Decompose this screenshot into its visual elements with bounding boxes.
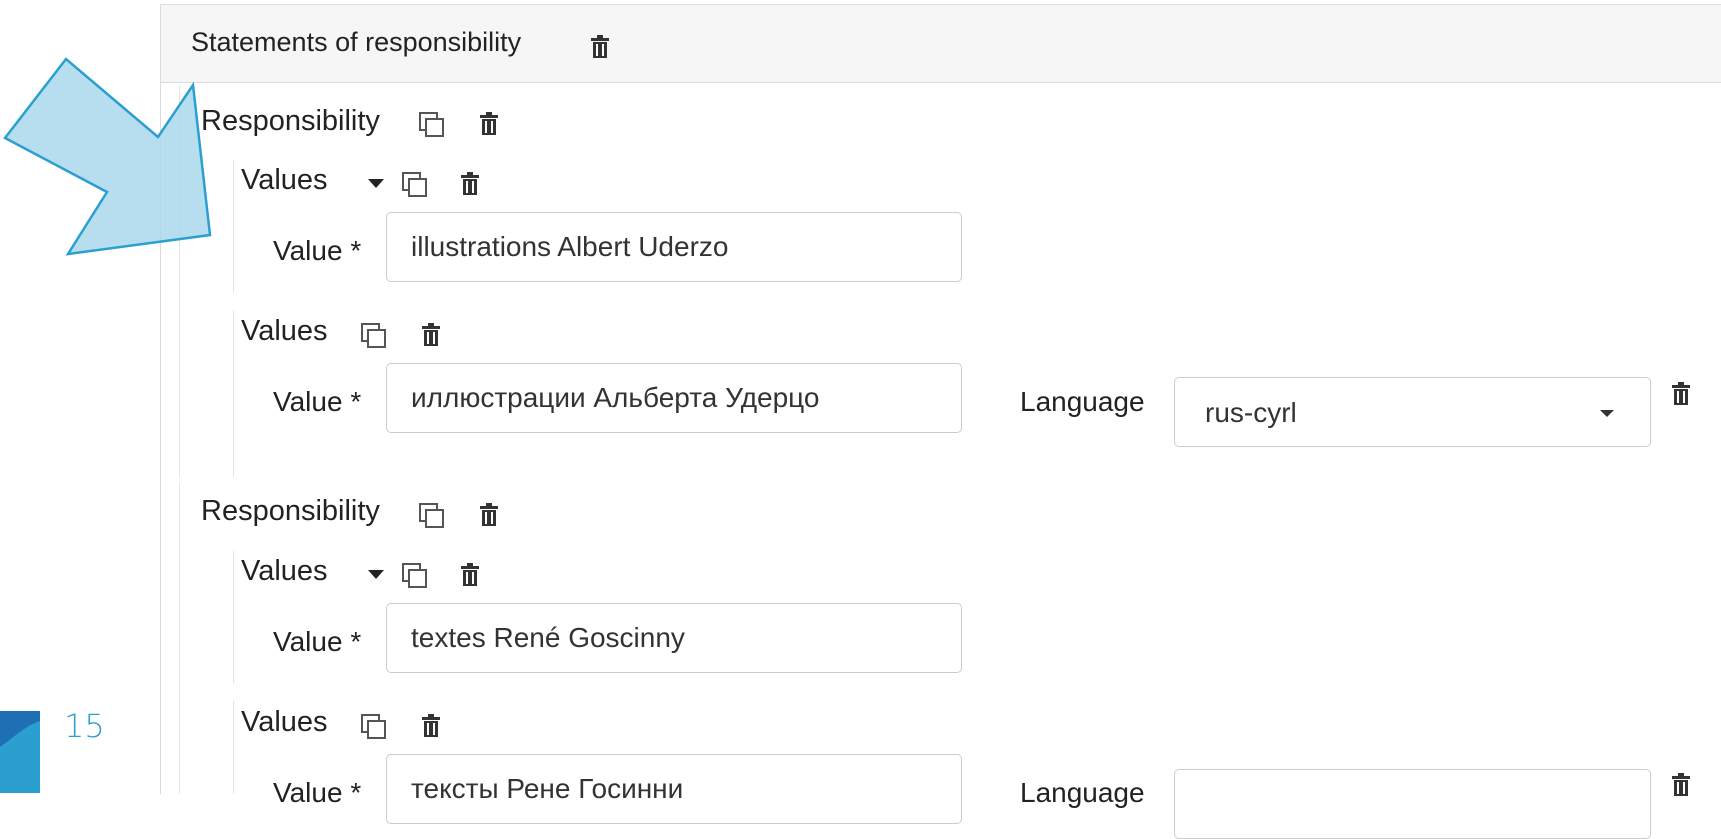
values-label: Values <box>241 555 328 587</box>
trash-icon[interactable] <box>421 323 441 347</box>
values-guide-line <box>233 310 234 477</box>
values-guide-line <box>233 160 234 292</box>
panel-title: Statements of responsibility <box>191 27 522 57</box>
values-label: Values <box>241 164 328 196</box>
trash-icon[interactable] <box>479 503 499 527</box>
trash-icon[interactable] <box>460 563 480 587</box>
language-label: Language <box>1020 386 1145 417</box>
value-field-label: Value * <box>273 386 362 417</box>
copy-icon[interactable] <box>402 172 428 198</box>
trash-icon[interactable] <box>1671 382 1691 406</box>
values-label: Values <box>241 706 328 738</box>
panel-header: Statements of responsibility <box>161 5 1721 83</box>
value-input[interactable]: illustrations Albert Uderzo <box>386 212 962 282</box>
values-label: Values <box>241 315 328 347</box>
chevron-down-icon[interactable] <box>368 179 384 189</box>
language-select[interactable] <box>1174 769 1651 839</box>
trash-icon[interactable] <box>1671 773 1691 797</box>
value-field-label: Value * <box>273 626 362 657</box>
statements-panel: Statements of responsibility Responsibil… <box>160 4 1721 839</box>
responsibility-label: Responsibility <box>201 105 380 137</box>
value-field-label: Value * <box>273 777 362 808</box>
annotation-arrow <box>3 57 212 256</box>
responsibility-guide-line <box>179 483 180 794</box>
trash-icon[interactable] <box>460 172 480 196</box>
language-label: Language <box>1020 777 1145 808</box>
chevron-down-icon <box>1600 410 1614 417</box>
trash-icon[interactable] <box>421 714 441 738</box>
values-guide-line <box>233 701 234 794</box>
copy-icon[interactable] <box>402 563 428 589</box>
value-input[interactable]: textes René Goscinny <box>386 603 962 673</box>
language-select[interactable]: rus-cyrl <box>1174 377 1651 447</box>
chevron-down-icon[interactable] <box>368 570 384 580</box>
value-field-label: Value * <box>273 235 362 266</box>
copy-icon[interactable] <box>419 503 445 529</box>
slide-corner-decoration <box>0 711 40 793</box>
trash-icon[interactable] <box>590 35 610 59</box>
trash-icon[interactable] <box>479 112 499 136</box>
slide-number: 15 <box>64 707 105 745</box>
responsibility-label: Responsibility <box>201 495 380 527</box>
copy-icon[interactable] <box>361 714 387 740</box>
value-input[interactable]: тексты Рене Госинни <box>386 754 962 824</box>
value-input[interactable]: иллюстрации Альберта Удерцо <box>386 363 962 433</box>
copy-icon[interactable] <box>361 323 387 349</box>
language-select-value: rus-cyrl <box>1205 397 1297 428</box>
values-guide-line <box>233 551 234 683</box>
copy-icon[interactable] <box>419 112 445 138</box>
